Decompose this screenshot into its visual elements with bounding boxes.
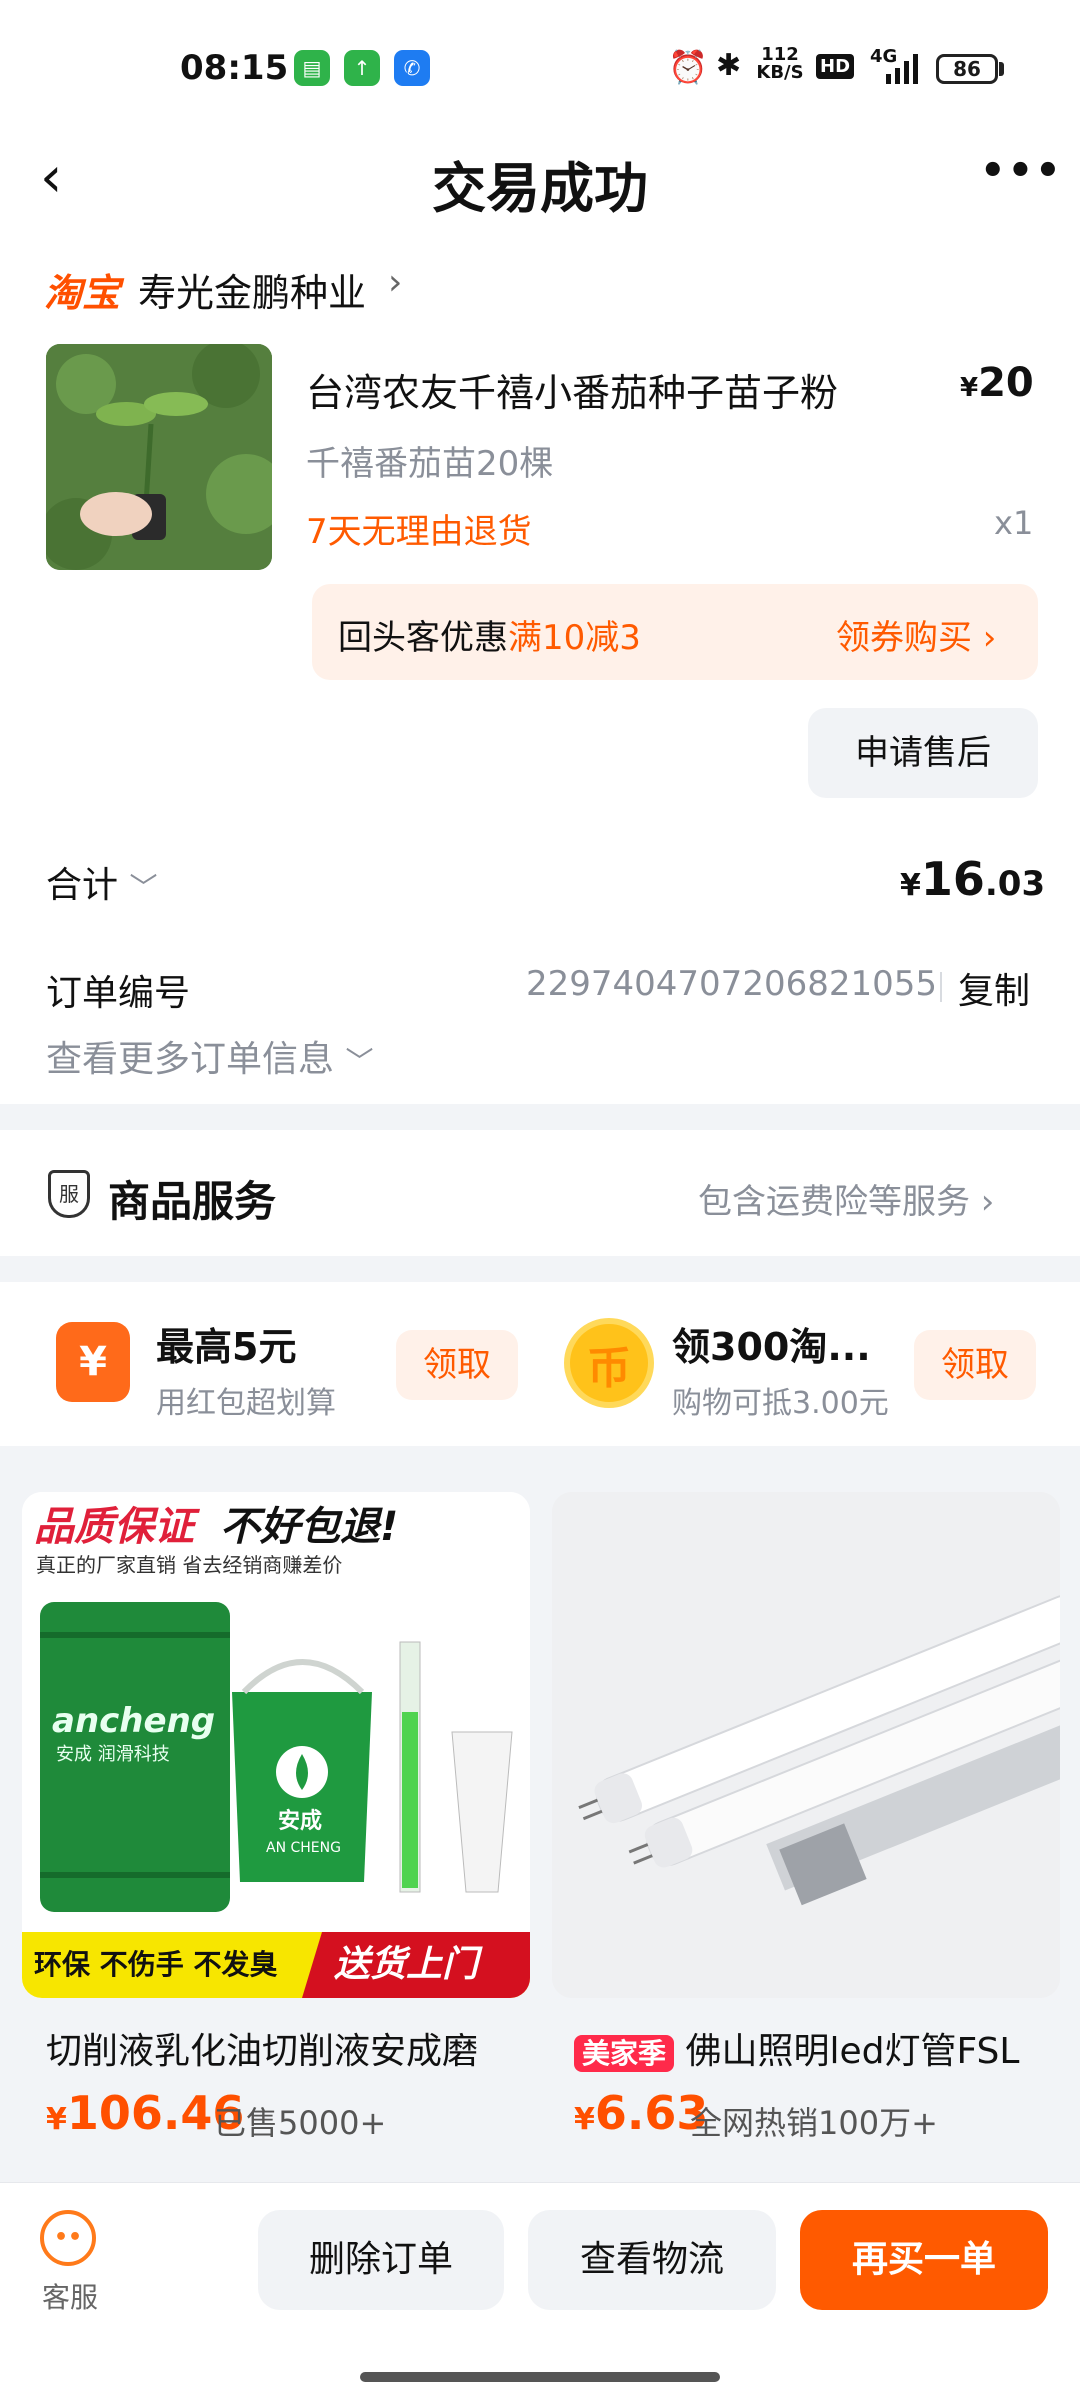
home-indicator[interactable] (360, 2372, 720, 2382)
delete-order-button[interactable]: 删除订单 (258, 2210, 504, 2310)
promo-subtitle: 购物可抵3.00元 (672, 1386, 889, 1421)
brand-sub-text: 安成 润滑科技 (56, 1744, 170, 1765)
customer-service-label[interactable]: 客服 (42, 2276, 98, 2316)
recommendation-price: ¥6.63 (574, 2086, 708, 2140)
return-policy: 7天无理由退货 (306, 512, 532, 552)
battery-indicator: 86 (936, 54, 998, 84)
currency-symbol: ¥ (900, 868, 921, 903)
signal-icon (886, 54, 922, 88)
product-title[interactable]: 台湾农友千禧小番茄种子苗子粉 (306, 362, 886, 417)
order-number: 2297404707206821055 (526, 964, 938, 1004)
banner-headline-2: 不好包退! (220, 1504, 398, 1550)
order-detail-screen: 08:15 ▤ ↑ ✆ ⏰ ✱ 112 KB/S HD 4G 86 ‹ 交易成功… (0, 0, 1080, 2400)
coupon-highlight: 满10减3 (508, 618, 641, 658)
phone-app-icon: ✆ (394, 50, 430, 86)
total-label-text: 合计 (46, 865, 119, 906)
promo-title: 最高5元 (156, 1325, 297, 1369)
order-number-label: 订单编号 (46, 973, 191, 1014)
section-gap (0, 1446, 1080, 1476)
product-price: ¥20 (960, 360, 1034, 406)
banner-subline: 真正的厂家直销 省去经销商赚差价 (36, 1553, 342, 1577)
section-gap (0, 1104, 1080, 1130)
more-options-icon[interactable]: ••• (980, 148, 1061, 208)
shop-chevron-icon[interactable]: › (388, 262, 402, 303)
messages-app-icon: ▤ (294, 50, 330, 86)
strip-right-text: 送货上门 (334, 1944, 483, 1985)
recommendation-card-image[interactable]: 品质保证 不好包退! 真正的厂家直销 省去经销商赚差价 ancheng 安成 润… (22, 1492, 530, 1998)
customer-service-icon[interactable]: •• (40, 2210, 96, 2266)
view-logistics-button[interactable]: 查看物流 (528, 2210, 776, 2310)
alarm-icon: ⏰ (668, 48, 708, 86)
banner-headline-1: 品质保证 (34, 1504, 201, 1550)
section-gap (0, 1256, 1080, 1282)
divider (940, 972, 942, 1002)
taobao-coin-icon: 币 (564, 1318, 654, 1408)
more-order-info-text: 查看更多订单信息 (46, 1039, 335, 1080)
net-speed: 112 KB/S (756, 44, 804, 83)
sold-count: 全网热销100万+ (690, 2104, 938, 2142)
after-sale-button[interactable]: 申请售后 (808, 708, 1038, 798)
chevron-down-icon: ﹀ (345, 1045, 374, 1078)
more-order-info[interactable]: 查看更多订单信息 ﹀ (46, 1030, 373, 1082)
copy-button[interactable]: 复制 (958, 962, 1030, 1014)
sold-count: 已售5000+ (214, 2104, 387, 2142)
service-description-link[interactable]: 包含运费险等服务 › (698, 1174, 994, 1223)
total-decimal: .03 (984, 864, 1046, 904)
service-title: 商品服务 (108, 1177, 277, 1226)
buy-again-button[interactable]: 再买一单 (800, 2210, 1048, 2310)
taobao-logo: 淘宝 (44, 271, 121, 315)
currency-symbol: ¥ (46, 2102, 67, 2137)
currency-symbol: ¥ (574, 2102, 595, 2137)
coupon-action-link[interactable]: 领券购买 › (836, 610, 996, 659)
coupon-label-text: 回头客优惠 (338, 618, 508, 658)
claim-button[interactable]: 领取 (396, 1330, 518, 1400)
hd-badge: HD (816, 54, 855, 79)
strip-left-text: 环保 不伤手 不发臭 (34, 1948, 278, 1981)
currency-symbol: ¥ (960, 373, 979, 403)
status-time: 08:15 (180, 48, 289, 88)
promo-badge: 美家季 (574, 2035, 675, 2072)
total-label[interactable]: 合计 ﹀ (46, 856, 157, 908)
brand-cn: 安成 (278, 1808, 322, 1834)
total-amount: ¥16.03 (900, 852, 1045, 906)
recommendation-title-row[interactable]: 美家季 佛山照明led灯管FSL (574, 2022, 1064, 2074)
recommendation-title: 佛山照明led灯管FSL (685, 2031, 1020, 2072)
bluetooth-icon: ✱ (716, 48, 742, 83)
total-integer: 16 (920, 852, 985, 906)
service-shield-icon: 服 (48, 1170, 90, 1218)
promo-title: 领300淘... (672, 1325, 871, 1369)
chevron-down-icon[interactable]: ﹀ (129, 871, 157, 904)
shop-name[interactable]: 寿光金鹏种业 (138, 262, 366, 317)
upload-app-icon: ↑ (344, 50, 380, 86)
product-variant: 千禧番茄苗20棵 (306, 444, 554, 484)
promo-subtitle: 用红包超划算 (156, 1386, 336, 1421)
brand-en: AN CHENG (266, 1840, 341, 1856)
brand-logo-text: ancheng (52, 1701, 215, 1741)
claim-button[interactable]: 领取 (914, 1330, 1036, 1400)
battery-tip (999, 62, 1004, 76)
product-image[interactable] (46, 344, 272, 570)
recommendation-title[interactable]: 切削液乳化油切削液安成磨 (46, 2022, 516, 2074)
price-value: 20 (978, 360, 1034, 406)
coupon-label: 回头客优惠满10减3 (338, 610, 641, 659)
recommendation-card-image[interactable] (552, 1492, 1060, 1998)
red-packet-icon: ¥ (56, 1322, 130, 1402)
page-title: 交易成功 (432, 157, 648, 220)
product-quantity: x1 (994, 504, 1034, 542)
